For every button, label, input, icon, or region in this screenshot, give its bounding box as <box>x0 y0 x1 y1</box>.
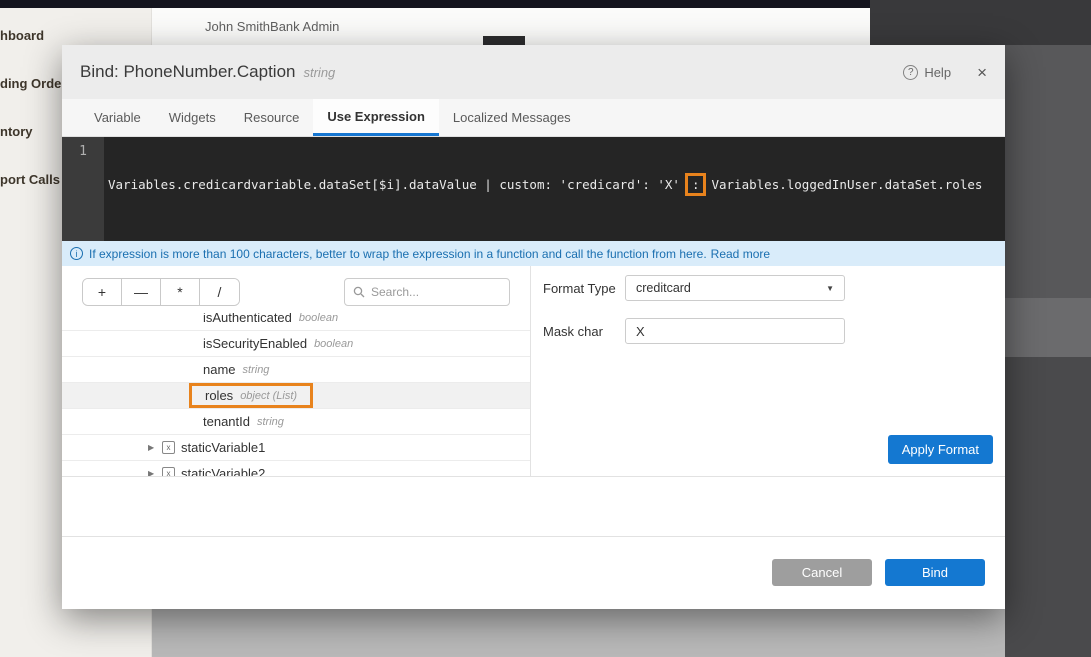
dimmed-canvas <box>1005 45 1091 298</box>
bind-button[interactable]: Bind <box>885 559 985 586</box>
tab-widgets[interactable]: Widgets <box>155 99 230 136</box>
app-dark-panel <box>870 0 1091 46</box>
roles-highlight-box: roles object (List) <box>189 383 313 408</box>
format-type-row: Format Type creditcard ▼ <box>543 275 845 301</box>
info-message: If expression is more than 100 character… <box>89 247 707 261</box>
expression-after: Variables.loggedInUser.dataSet.roles <box>711 177 982 192</box>
dialog-body: + — * / isAuthenticated boolean <box>62 266 1005 477</box>
dialog-title: Bind: PhoneNumber.Caption <box>80 62 295 82</box>
apply-format-button[interactable]: Apply Format <box>888 435 993 464</box>
tree-item-label: staticVariable1 <box>181 440 265 455</box>
mask-char-input[interactable] <box>625 318 845 344</box>
tree-item-tenantid[interactable]: tenantId string <box>62 409 530 435</box>
close-icon[interactable]: × <box>977 64 987 81</box>
variable-icon: x <box>162 467 175 476</box>
sidebar-item-support-calls[interactable]: port Calls <box>0 172 60 188</box>
plus-operator-button[interactable]: + <box>83 279 122 305</box>
expression-editor[interactable]: 1 Variables.credicardvariable.dataSet[$i… <box>62 137 1005 241</box>
tree-item-name[interactable]: name string <box>62 357 530 383</box>
format-type-value: creditcard <box>636 281 691 295</box>
dimmed-canvas <box>152 609 1005 657</box>
dialog-title-type: string <box>303 65 335 80</box>
sidebar-item-inventory[interactable]: ntory <box>0 124 33 140</box>
minus-operator-button[interactable]: — <box>122 279 161 305</box>
read-more-link[interactable]: Read more <box>711 247 770 261</box>
tree-item-staticvariable1[interactable]: ▶ x staticVariable1 <box>62 435 530 461</box>
screen: hboard ding Order ntory port Calls John … <box>0 0 1091 657</box>
variable-search[interactable] <box>344 278 510 306</box>
tree-item-label: isSecurityEnabled <box>203 336 307 351</box>
mask-char-label: Mask char <box>543 324 625 339</box>
dimmed-canvas <box>1005 357 1091 657</box>
divide-operator-button[interactable]: / <box>200 279 239 305</box>
dialog-header: Bind: PhoneNumber.Caption string ? Help … <box>62 45 1005 99</box>
tree-item-roles[interactable]: roles object (List) <box>62 383 530 409</box>
tree-item-isauthenticated[interactable]: isAuthenticated boolean <box>62 313 530 331</box>
tab-use-expression[interactable]: Use Expression <box>313 99 439 136</box>
multiply-operator-button[interactable]: * <box>161 279 200 305</box>
editor-code-area[interactable]: Variables.credicardvariable.dataSet[$i].… <box>104 137 1005 241</box>
app-header-user: John SmithBank Admin <box>205 19 339 34</box>
tree-item-type: string <box>257 416 284 428</box>
search-icon <box>353 286 365 298</box>
tab-resource[interactable]: Resource <box>230 99 314 136</box>
help-button[interactable]: ? Help <box>903 65 951 80</box>
tree-item-type: string <box>243 364 270 376</box>
format-type-label: Format Type <box>543 281 625 296</box>
dialog-spacer <box>62 477 1005 537</box>
tree-item-label: name <box>203 362 236 377</box>
operator-buttons: + — * / <box>82 278 240 306</box>
mask-char-row: Mask char <box>543 318 845 344</box>
sidebar-item-pending-order[interactable]: ding Order <box>0 76 66 92</box>
tree-item-label: isAuthenticated <box>203 313 292 325</box>
tree-item-type: boolean <box>299 313 338 324</box>
dimmed-canvas <box>1005 298 1091 357</box>
bind-dialog: Bind: PhoneNumber.Caption string ? Help … <box>62 45 1005 609</box>
help-label: Help <box>924 65 951 80</box>
tab-localized-messages[interactable]: Localized Messages <box>439 99 585 136</box>
info-bar: i If expression is more than 100 charact… <box>62 241 1005 266</box>
highlighted-token: : <box>685 173 707 196</box>
editor-gutter: 1 <box>62 137 104 241</box>
dialog-tabs: Variable Widgets Resource Use Expression… <box>62 99 1005 137</box>
variable-browser-pane: + — * / isAuthenticated boolean <box>62 266 531 476</box>
expand-arrow-icon[interactable]: ▶ <box>148 443 162 452</box>
variable-icon: x <box>162 441 175 454</box>
tree-item-issecurityenabled[interactable]: isSecurityEnabled boolean <box>62 331 530 357</box>
info-icon: i <box>70 247 83 260</box>
tab-variable[interactable]: Variable <box>80 99 155 136</box>
tree-item-type: object (List) <box>240 390 297 402</box>
format-type-select[interactable]: creditcard ▼ <box>625 275 845 301</box>
tree-item-label: staticVariable2 <box>181 466 265 476</box>
tree-item-label: roles <box>205 388 233 403</box>
chevron-down-icon: ▼ <box>826 284 834 293</box>
expression-line: Variables.credicardvariable.dataSet[$i].… <box>108 173 1003 196</box>
line-number: 1 <box>79 144 87 159</box>
tree-item-label: tenantId <box>203 414 250 429</box>
tree-item-type: boolean <box>314 338 353 350</box>
expression-before: Variables.credicardvariable.dataSet[$i].… <box>108 177 680 192</box>
variable-tree: isAuthenticated boolean isSecurityEnable… <box>62 313 530 476</box>
dialog-footer: Cancel Bind <box>62 537 1005 608</box>
expand-arrow-icon[interactable]: ▶ <box>148 469 162 476</box>
tree-item-staticvariable2[interactable]: ▶ x staticVariable2 <box>62 461 530 476</box>
help-icon: ? <box>903 65 918 80</box>
sidebar-item-dashboard[interactable]: hboard <box>0 28 44 44</box>
search-input[interactable] <box>371 285 491 299</box>
cancel-button[interactable]: Cancel <box>772 559 872 586</box>
format-pane: Format Type creditcard ▼ Mask char Apply… <box>531 266 1005 476</box>
